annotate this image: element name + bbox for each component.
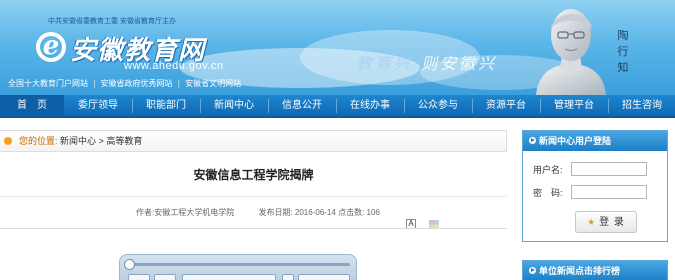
- article-date: 发布日期: 2016-06-14: [258, 208, 336, 217]
- article-title: 安徽信息工程学院揭牌: [193, 168, 314, 182]
- audio-progress-track[interactable]: [130, 263, 350, 266]
- breadcrumb-separator: >: [98, 136, 104, 146]
- location-pin-icon: [4, 137, 12, 145]
- main-nav: 首 页 委厅领导 职能部门 新闻中心 信息公开 在线办事 公众参与 资源平台 管…: [0, 95, 675, 118]
- banner-motto: 教育兴 则安徽兴: [356, 50, 497, 74]
- nav-online-services[interactable]: 在线办事: [338, 95, 402, 116]
- nav-divider: [336, 99, 337, 113]
- article-author: 作者:安徽工程大学机电学院: [136, 208, 235, 217]
- news-ranking-panel: 单位新闻点击排行榜: [522, 260, 668, 280]
- honor-link-2[interactable]: 安徽省政府优秀网站: [101, 79, 173, 88]
- password-input[interactable]: [571, 185, 647, 199]
- audio-player: [119, 254, 357, 280]
- nav-resources[interactable]: 资源平台: [474, 95, 538, 116]
- site-logo[interactable]: e 安徽教育网 www.ahedu.gov.cn: [36, 30, 223, 76]
- login-panel-title: 新闻中心用户登陆: [539, 136, 612, 146]
- arrow-right-icon: [529, 137, 536, 144]
- login-panel-header: 新闻中心用户登陆: [523, 131, 667, 151]
- audio-progress-knob[interactable]: [124, 259, 135, 270]
- nav-home[interactable]: 首 页: [0, 95, 64, 116]
- nav-divider: [268, 99, 269, 113]
- divider: [0, 228, 507, 229]
- username-label: 用户名:: [533, 165, 563, 175]
- breadcrumb-news-center[interactable]: 新闻中心: [60, 136, 96, 146]
- nav-news-center[interactable]: 新闻中心: [202, 95, 266, 116]
- motto-part-b: 则安徽兴: [421, 54, 498, 73]
- breadcrumb-higher-education[interactable]: 高等教育: [106, 136, 142, 146]
- stop-button[interactable]: [154, 274, 176, 280]
- username-input[interactable]: [571, 162, 647, 176]
- ranking-panel-header: 单位新闻点击排行榜: [523, 261, 667, 280]
- article-meta: 作者:安徽工程大学机电学院 发布日期: 2016-06-14 点击数: 106: [136, 207, 380, 218]
- sponsor-tagline: 中共安徽省委教育工委 安徽省教育厅主办: [48, 18, 176, 25]
- nav-divider: [404, 99, 405, 113]
- motto-part-a: 教育兴: [356, 54, 414, 73]
- link-separator: |: [177, 79, 180, 88]
- volume-slider[interactable]: [298, 274, 350, 280]
- divider: [0, 196, 507, 197]
- login-button-label: 登 录: [599, 217, 625, 228]
- link-separator: |: [93, 79, 96, 88]
- nav-divider: [132, 99, 133, 113]
- breadcrumb-text: 您的位置: 新闻中心 > 高等教育: [19, 131, 142, 151]
- breadcrumb-prefix: 您的位置:: [19, 136, 58, 146]
- login-panel: 新闻中心用户登陆 用户名: 密 码: ★ 登 录: [522, 130, 668, 242]
- volume-icon[interactable]: [282, 274, 294, 280]
- ranking-panel-title: 单位新闻点击排行榜: [539, 266, 621, 276]
- time-display: [182, 274, 276, 280]
- honor-link-1[interactable]: 全国十大教育门户网站: [8, 79, 88, 88]
- nav-admissions[interactable]: 招生咨询: [610, 95, 674, 116]
- password-label: 密 码:: [533, 188, 563, 198]
- e-logo-icon: e: [36, 32, 66, 62]
- nav-divider: [200, 99, 201, 113]
- nav-divider: [540, 99, 541, 113]
- nav-divider: [608, 99, 609, 113]
- star-icon: ★: [587, 217, 597, 227]
- breadcrumb: 您的位置: 新闻中心 > 高等教育: [0, 130, 507, 152]
- arrow-right-icon: [529, 267, 536, 274]
- nav-public-participation[interactable]: 公众参与: [406, 95, 470, 116]
- nav-info-disclosure[interactable]: 信息公开: [270, 95, 334, 116]
- article-views: 点击数: 106: [338, 208, 380, 217]
- nav-leaders[interactable]: 委厅领导: [66, 95, 130, 116]
- honor-link-3[interactable]: 安徽省文明网站: [185, 79, 241, 88]
- nav-departments[interactable]: 职能部门: [134, 95, 198, 116]
- site-banner: 中共安徽省委教育工委 安徽省教育厅主办 e 安徽教育网 www.ahedu.go…: [0, 0, 675, 95]
- portrait-bust-image: [536, 9, 606, 95]
- login-button[interactable]: ★ 登 录: [575, 211, 637, 233]
- portrait-name: 陶行知: [617, 29, 629, 74]
- nav-divider: [472, 99, 473, 113]
- nav-management[interactable]: 管理平台: [542, 95, 606, 116]
- site-domain: www.ahedu.gov.cn: [124, 60, 224, 72]
- play-button[interactable]: [128, 274, 150, 280]
- honor-links: 全国十大教育门户网站 | 安徽省政府优秀网站 | 安徽省文明网站: [8, 78, 244, 89]
